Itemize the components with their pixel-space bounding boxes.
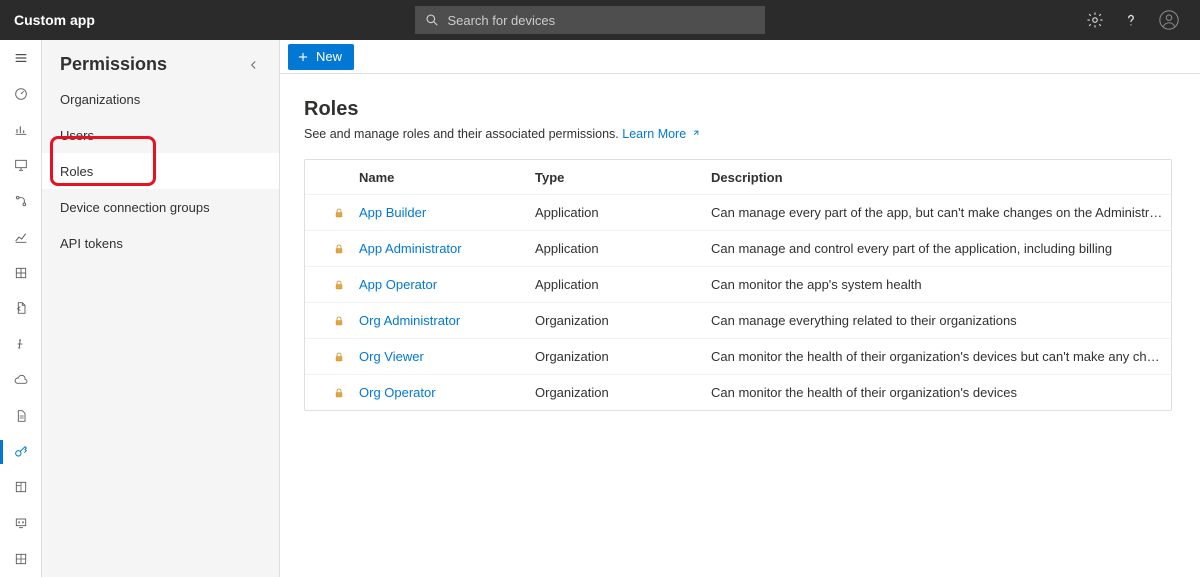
rail-file-out[interactable] xyxy=(0,291,41,327)
panel-title: Permissions xyxy=(60,54,167,75)
page-subtitle: See and manage roles and their associate… xyxy=(304,127,1200,141)
top-bar: Custom app xyxy=(0,0,1200,40)
roles-table: Name Type Description App Builder Applica… xyxy=(304,159,1172,411)
permissions-panel: Permissions OrganizationsUsersRolesDevic… xyxy=(42,40,280,577)
col-type[interactable]: Type xyxy=(527,170,703,185)
learn-more-link[interactable]: Learn More xyxy=(622,127,699,141)
role-desc: Can monitor the health of their organiza… xyxy=(703,385,1171,400)
rail-templates-1[interactable] xyxy=(0,470,41,506)
role-desc: Can monitor the app's system health xyxy=(703,277,1171,292)
panel-item-users[interactable]: Users xyxy=(42,117,279,153)
command-bar: New xyxy=(280,40,1200,74)
rail-analytics[interactable] xyxy=(0,112,41,148)
search-box[interactable] xyxy=(415,6,765,34)
role-desc: Can monitor the health of their organiza… xyxy=(703,349,1171,364)
role-link[interactable]: Org Administrator xyxy=(359,313,460,328)
role-link[interactable]: Org Viewer xyxy=(359,349,424,364)
plus-icon xyxy=(296,50,310,64)
table-row: Org Viewer OrganizationCan monitor the he… xyxy=(305,338,1171,374)
role-link[interactable]: App Operator xyxy=(359,277,437,292)
collapse-panel-icon[interactable] xyxy=(247,58,261,72)
rail-connect[interactable] xyxy=(0,183,41,219)
lock-icon xyxy=(333,386,345,400)
table-row: App Administrator ApplicationCan manage a… xyxy=(305,230,1171,266)
lock-icon xyxy=(333,314,345,328)
rail-templates-2[interactable] xyxy=(0,541,41,577)
rail-dashboard[interactable] xyxy=(0,76,41,112)
rail-file[interactable] xyxy=(0,398,41,434)
search-input[interactable] xyxy=(447,13,755,28)
role-type: Organization xyxy=(527,385,703,400)
app-title: Custom app xyxy=(14,12,95,28)
role-type: Application xyxy=(527,241,703,256)
role-desc: Can manage every part of the app, but ca… xyxy=(703,205,1171,220)
rail-cloud[interactable] xyxy=(0,362,41,398)
table-row: App Operator ApplicationCan monitor the a… xyxy=(305,266,1171,302)
new-button-label: New xyxy=(316,49,342,64)
col-name[interactable]: Name xyxy=(351,170,527,185)
rail-device-groups[interactable] xyxy=(0,147,41,183)
role-desc: Can manage everything related to their o… xyxy=(703,313,1171,328)
table-header-row: Name Type Description xyxy=(305,160,1171,194)
search-icon xyxy=(425,13,439,27)
rail-customize[interactable] xyxy=(0,505,41,541)
new-button[interactable]: New xyxy=(288,44,354,70)
table-row: App Builder ApplicationCan manage every p… xyxy=(305,194,1171,230)
rail-functions[interactable] xyxy=(0,326,41,362)
table-row: Org Administrator OrganizationCan manage … xyxy=(305,302,1171,338)
settings-icon[interactable] xyxy=(1086,11,1104,29)
col-desc[interactable]: Description xyxy=(703,170,1171,185)
role-link[interactable]: Org Operator xyxy=(359,385,436,400)
external-link-icon xyxy=(690,129,700,139)
nav-rail xyxy=(0,40,42,577)
panel-item-organizations[interactable]: Organizations xyxy=(42,81,279,117)
panel-item-device-connection-groups[interactable]: Device connection groups xyxy=(42,189,279,225)
role-type: Application xyxy=(527,277,703,292)
panel-item-api-tokens[interactable]: API tokens xyxy=(42,225,279,261)
lock-icon xyxy=(333,242,345,256)
page-title: Roles xyxy=(304,98,1200,121)
role-type: Organization xyxy=(527,313,703,328)
rail-line-chart[interactable] xyxy=(0,219,41,255)
lock-icon xyxy=(333,350,345,364)
role-type: Organization xyxy=(527,349,703,364)
main-area: New Roles See and manage roles and their… xyxy=(280,40,1200,577)
rail-grid[interactable] xyxy=(0,255,41,291)
role-link[interactable]: App Administrator xyxy=(359,241,462,256)
table-row: Org Operator OrganizationCan monitor the … xyxy=(305,374,1171,410)
role-link[interactable]: App Builder xyxy=(359,205,426,220)
lock-icon xyxy=(333,278,345,292)
role-type: Application xyxy=(527,205,703,220)
role-desc: Can manage and control every part of the… xyxy=(703,241,1171,256)
lock-icon xyxy=(333,206,345,220)
rail-permissions[interactable] xyxy=(0,434,41,470)
hamburger-icon[interactable] xyxy=(0,40,41,76)
panel-item-roles[interactable]: Roles xyxy=(42,153,279,189)
help-icon[interactable] xyxy=(1122,11,1140,29)
account-icon[interactable] xyxy=(1158,9,1180,31)
